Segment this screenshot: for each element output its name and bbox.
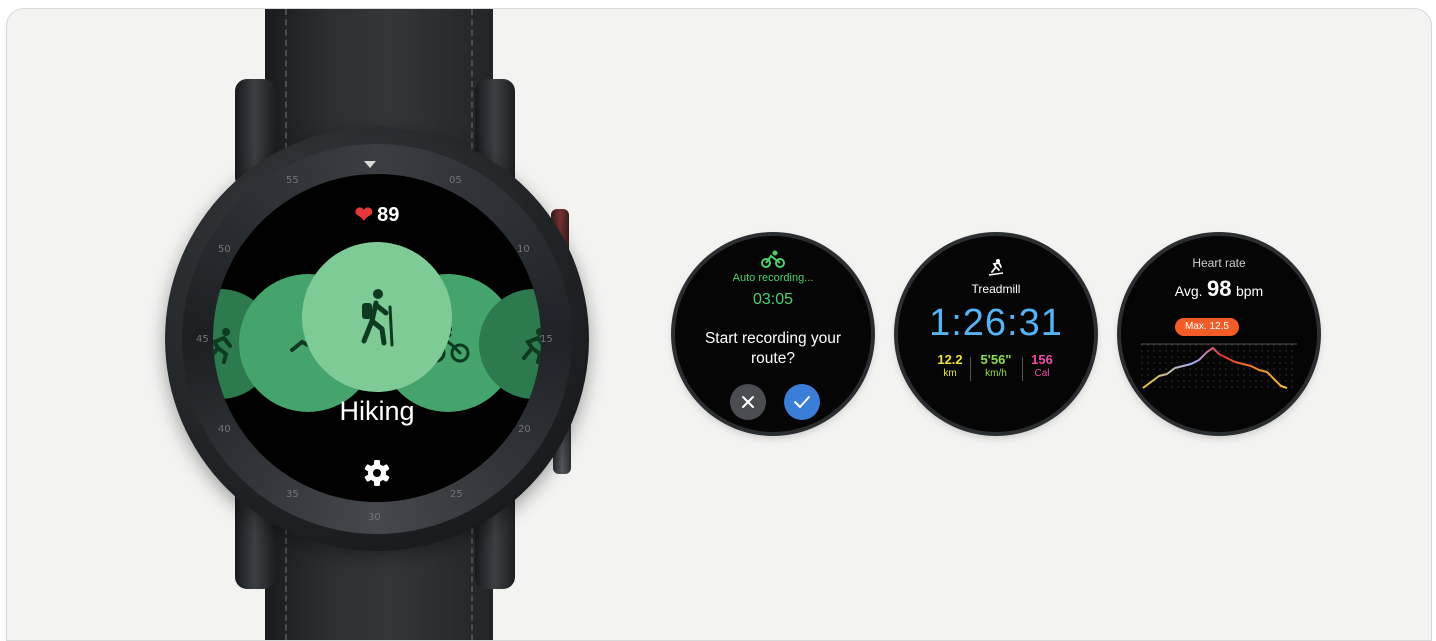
running-icon	[522, 328, 541, 364]
prompt-line-1: Start recording your	[704, 330, 842, 347]
watch-face-treadmill: Treadmill 1:26:31 12.2 km 5'56" km/h 156…	[898, 236, 1094, 432]
stat-distance-unit: km	[943, 368, 957, 379]
heart-rate-title: Heart rate	[1192, 256, 1246, 270]
close-icon	[742, 396, 754, 408]
bezel-number: 35	[286, 489, 299, 500]
heart-rate-average: Avg. 98 bpm	[1121, 276, 1317, 302]
stat-pace-value: 5'56"	[980, 352, 1012, 367]
treadmill-title: Treadmill	[971, 282, 1021, 296]
stat-pace-unit: km/h	[985, 368, 1007, 379]
bezel-number: 15	[540, 334, 553, 345]
bezel-number: 30	[368, 512, 381, 523]
heart-rate-readout: ❤ 89	[213, 202, 541, 228]
stat-pace: 5'56" km/h	[972, 353, 1020, 381]
cancel-button[interactable]	[730, 384, 766, 420]
stat-calories-unit: Cal	[1034, 368, 1050, 379]
confirm-button[interactable]	[784, 384, 820, 420]
activity-hiking-selected[interactable]	[302, 242, 452, 392]
hiking-icon	[361, 289, 394, 347]
bezel-number: 55	[286, 175, 299, 186]
bezel-number: 50	[218, 244, 231, 255]
bezel-number: 25	[450, 489, 463, 500]
heart-icon: ❤	[354, 202, 374, 227]
heart-rate-graph	[1141, 343, 1297, 392]
treadmill-icon	[988, 259, 1004, 276]
prompt-line-2: route?	[751, 350, 795, 367]
watch-face-heart-rate: Heart rate Avg. 98 bpm Max. 12.5	[1121, 236, 1317, 432]
bicycle-icon	[761, 250, 785, 268]
heart-rate-value: 89	[377, 204, 400, 226]
settings-gear-icon[interactable]	[363, 459, 391, 487]
check-icon	[794, 396, 810, 408]
recording-status: Auto recording...	[732, 272, 814, 284]
recording-time: 03:05	[752, 291, 794, 308]
running-icon	[213, 328, 232, 364]
stat-distance: 12.2 km	[932, 353, 968, 381]
treadmill-time: 1:26:31	[929, 302, 1063, 344]
stat-divider	[970, 357, 971, 381]
bezel-number: 45	[196, 334, 209, 345]
product-panel: 55 05 10 15 20 25 30 35 40 45 50 ❤ 89 Hi…	[6, 8, 1432, 641]
stat-calories: 156 Cal	[1024, 353, 1060, 381]
avg-value: 98	[1207, 276, 1232, 301]
bezel-marker	[364, 161, 376, 168]
bezel-number: 05	[449, 175, 462, 186]
max-badge: Max. 12.5	[1175, 318, 1239, 336]
avg-prefix: Avg.	[1174, 283, 1203, 299]
stat-calories-value: 156	[1031, 352, 1053, 367]
stat-divider	[1022, 357, 1023, 381]
stat-distance-value: 12.2	[937, 352, 963, 367]
bezel-number: 10	[517, 244, 530, 255]
activity-label: Hiking	[339, 396, 415, 426]
watch-face-route-recording: Auto recording... 03:05 Start recording …	[675, 236, 871, 432]
avg-unit: bpm	[1235, 283, 1264, 299]
watch-screen: ❤ 89 Hiking	[213, 174, 541, 502]
